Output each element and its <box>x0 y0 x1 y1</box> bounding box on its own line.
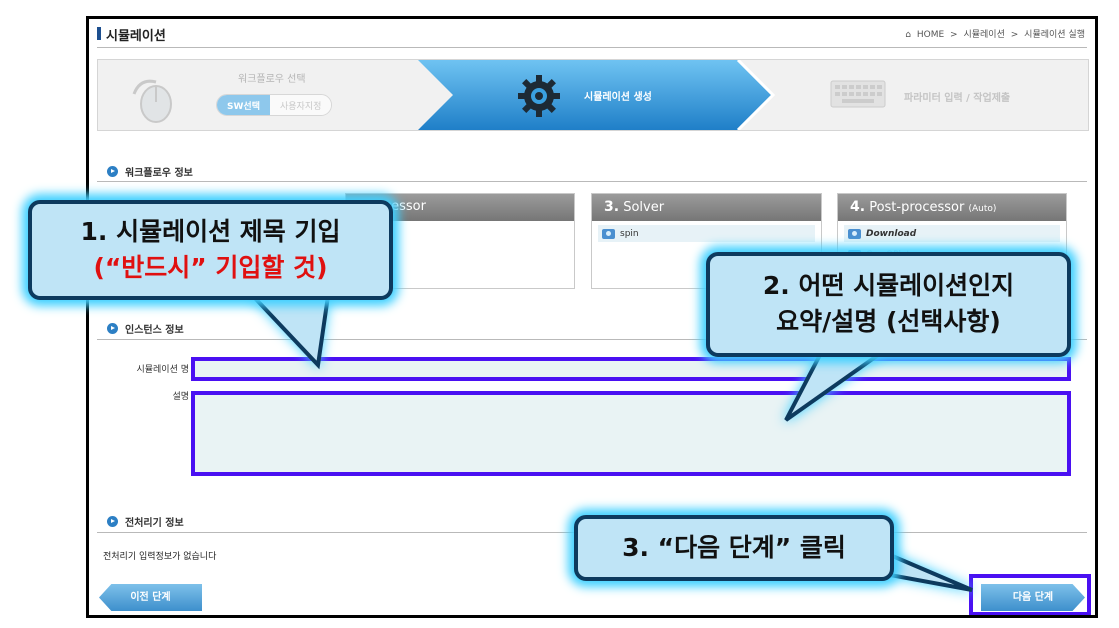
step-workflow-select[interactable]: 워크플로우 선택 SW선택 사용자지정 <box>98 60 428 130</box>
postprocessor-header: 4. Post-processor (Auto) <box>838 194 1066 221</box>
step3-label: 파라미터 입력 / 작업제출 <box>904 93 1011 104</box>
callout2-line1: 2. 어떤 시뮬레이션인지 <box>762 271 1015 300</box>
callout-pointer <box>888 551 973 592</box>
step1-title: 워크플로우 선택 <box>238 74 306 85</box>
header-divider <box>97 47 1087 48</box>
instance-section-title: 인스턴스 정보 <box>107 321 184 336</box>
tab-sw-select[interactable]: SW선택 <box>217 95 270 115</box>
callout1-line1: 1. 시뮬레이션 제목 기입 <box>80 217 341 246</box>
app-icon <box>602 228 615 239</box>
simulation-name-label: 시뮬레이션 명 <box>136 365 189 375</box>
step2-label: 시뮬레이션 생성 <box>584 92 652 103</box>
workflow-section-title: 워크플로우 정보 <box>107 164 193 179</box>
callout2-line2: 요약/설명 (선택사항) <box>776 307 1001 336</box>
description-textarea[interactable] <box>191 391 1071 476</box>
description-label: 설명 <box>172 392 189 402</box>
mouse-icon <box>132 79 172 123</box>
keyboard-icon <box>830 80 886 108</box>
solver-header: 3. Solver <box>592 194 821 221</box>
play-circle-icon <box>107 323 118 334</box>
callout-pointer <box>248 294 331 370</box>
home-icon: ⌂ <box>905 30 911 40</box>
postprocessor-item-download[interactable]: Download <box>844 225 1060 242</box>
gear-icon <box>518 75 560 117</box>
callout1-line2: (“반드시” 기입할 것) <box>93 253 328 282</box>
solver-item[interactable]: spin <box>598 225 815 242</box>
play-circle-icon <box>107 516 118 527</box>
prev-step-button[interactable]: 이전 단계 <box>99 584 202 611</box>
workflow-mode-toggle: SW선택 사용자지정 <box>216 94 333 116</box>
callout-pointer <box>784 351 888 422</box>
preprocessor-empty-text: 전처리기 입력정보가 없습니다 <box>103 552 217 562</box>
app-icon <box>848 228 861 239</box>
page-title: 시뮬레이션 <box>97 25 166 44</box>
breadcrumb-home[interactable]: HOME <box>917 30 944 40</box>
breadcrumb-current: 시뮬레이션 실행 <box>1024 30 1085 40</box>
divider <box>97 181 1087 182</box>
simulation-name-input[interactable] <box>191 357 1071 381</box>
preprocessor-section-title: 전처리기 정보 <box>107 514 184 529</box>
callout3-text: 3. “다음 단계” 클릭 <box>574 515 894 581</box>
breadcrumb: ⌂ HOME > 시뮬레이션 > 시뮬레이션 실행 <box>905 30 1085 40</box>
play-circle-icon <box>107 166 118 177</box>
breadcrumb-simulation[interactable]: 시뮬레이션 <box>963 30 1004 40</box>
step-indicator: 워크플로우 선택 SW선택 사용자지정 시뮬레이션 생성 파라미터 입력 / 작… <box>97 59 1089 131</box>
tab-custom[interactable]: 사용자지정 <box>269 95 332 115</box>
next-step-button[interactable]: 다음 단계 <box>981 584 1085 611</box>
